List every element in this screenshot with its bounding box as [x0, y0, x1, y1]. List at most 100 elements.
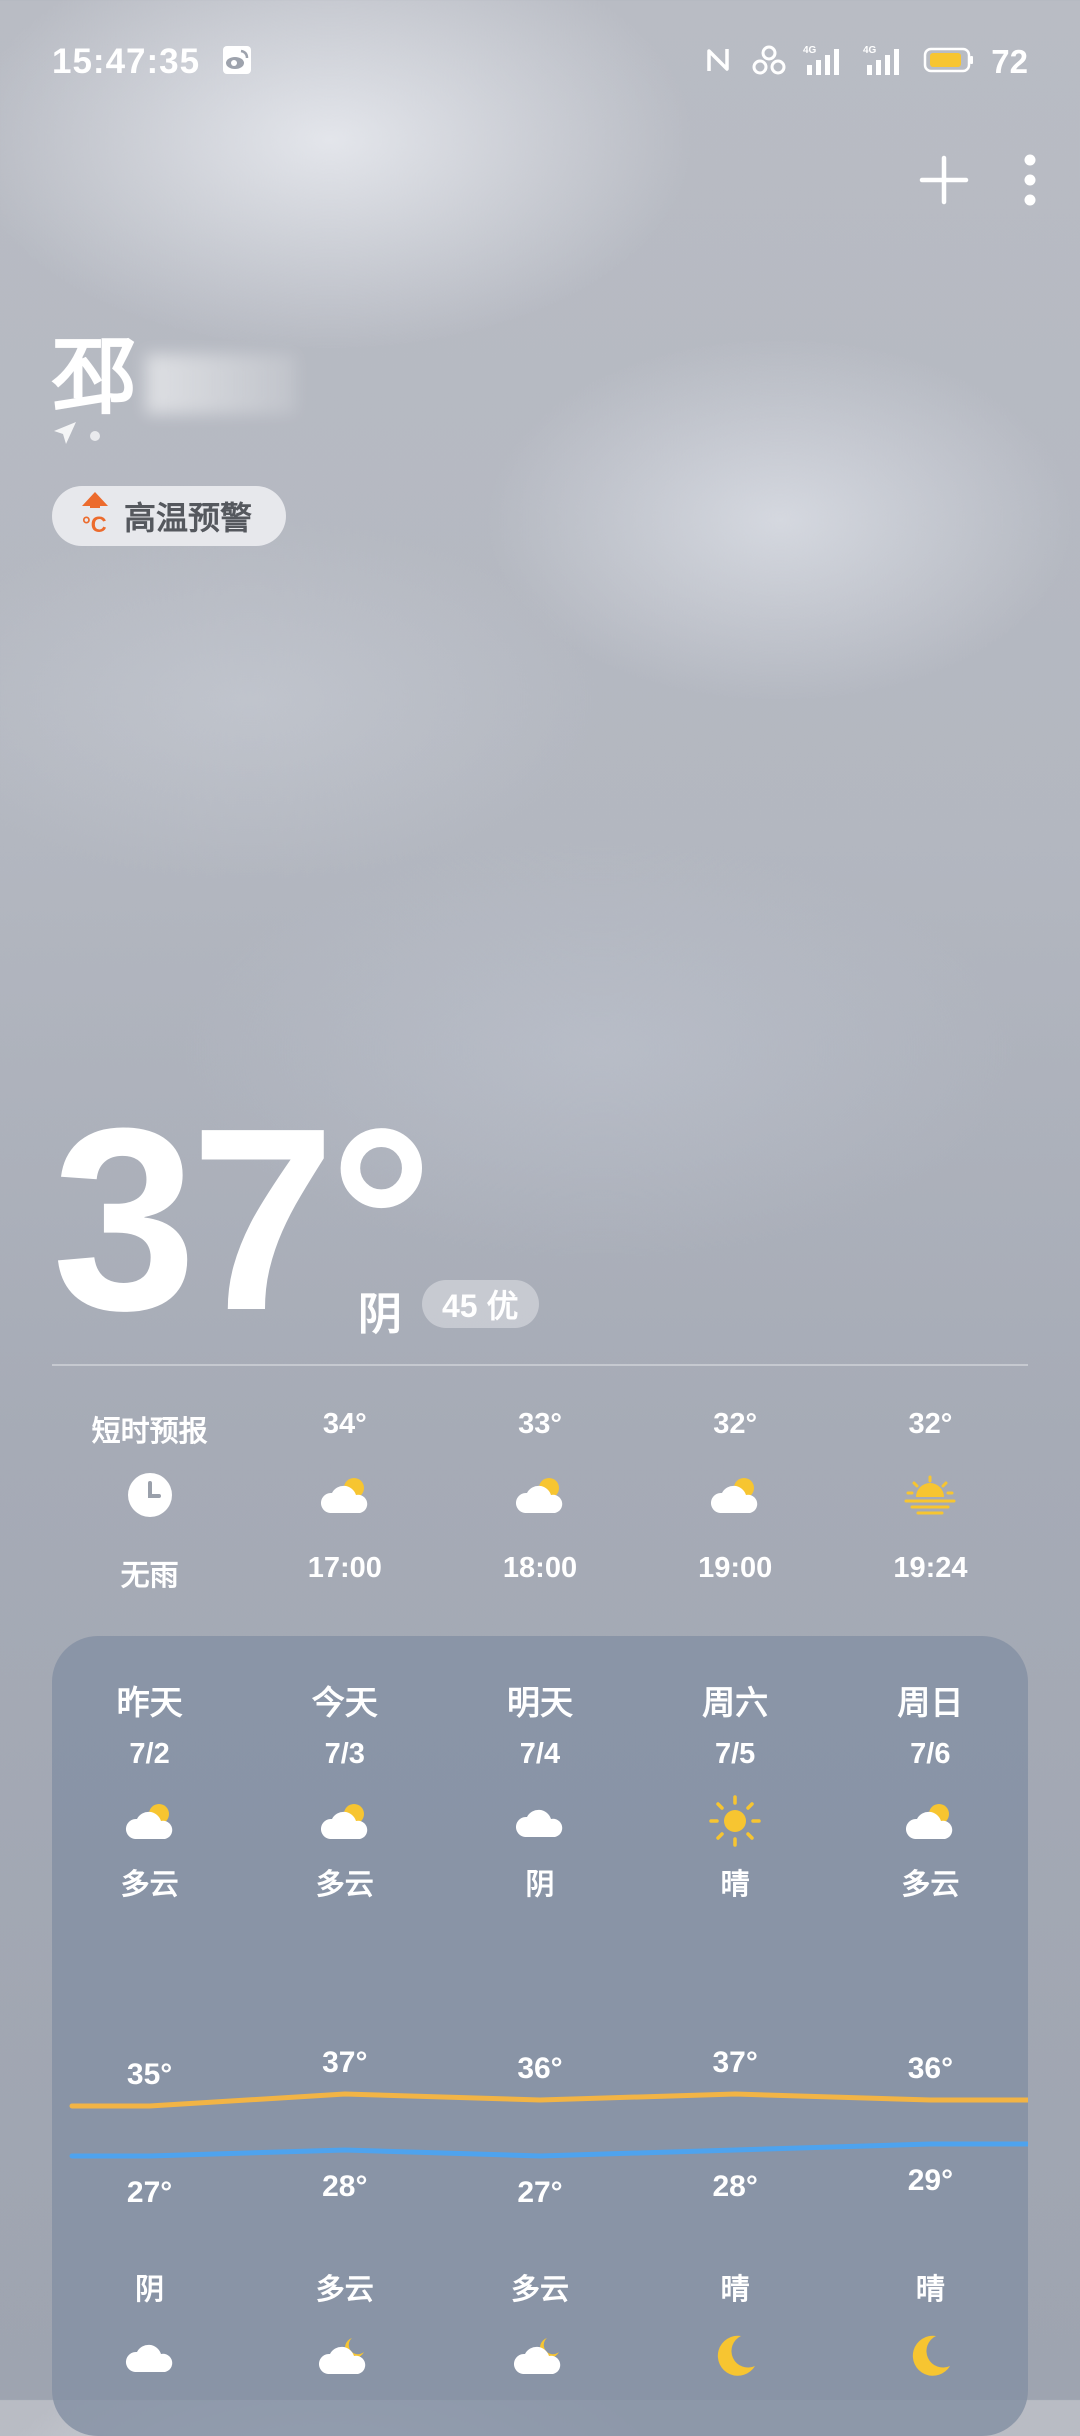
sunset-time: 19:24 — [893, 1552, 968, 1584]
hourly-temp: 32° — [713, 1408, 758, 1440]
hourly-top: 短时预报 — [91, 1416, 208, 1448]
low-temp-line — [69, 2141, 1028, 2159]
low-temp-label: 27° — [517, 2176, 562, 2209]
day-name: 明天 — [506, 1684, 573, 1721]
aqi-badge[interactable]: 45 优 — [422, 1280, 539, 1328]
partly-cloudy-icon — [318, 1454, 372, 1536]
hourly-forecast: 短时预报 无雨 34° 17:00 33° 18:00 32° 19:00 32… — [52, 1408, 1028, 1594]
location-arrow-icon — [52, 420, 78, 451]
add-city-button[interactable] — [918, 154, 970, 211]
city-name[interactable]: 邳 — [52, 310, 297, 431]
high-temp-label: 35° — [127, 2058, 172, 2091]
status-bar: 15:47:35 4G 4G 72 — [52, 40, 1028, 84]
day-date: 7/4 — [519, 1738, 561, 1770]
location-indicator — [52, 420, 100, 451]
signal-4g-icon: 4G — [803, 43, 847, 82]
hourly-bottom: 无雨 — [120, 1560, 179, 1592]
high-temp-line — [69, 2091, 1028, 2109]
hourly-time: 17:00 — [307, 1552, 382, 1584]
high-temp-labels: 35° 37° 36° 37° 36° — [127, 2046, 953, 2091]
low-temp-label: 29° — [908, 2164, 953, 2197]
day-column[interactable]: 明天 7/4 阴 — [442, 1676, 637, 1903]
hourly-time: 19:00 — [698, 1552, 773, 1584]
partly-cloudy-icon — [903, 1781, 957, 1861]
temperature-trend-chart: 35° 37° 36° 37° 36° 27° 28° 27° 28° 29° — [69, 2046, 1028, 2209]
night-condition: 晴 — [720, 2274, 750, 2306]
high-temp-label: 37° — [322, 2046, 367, 2079]
partly-cloudy-icon — [123, 1781, 177, 1861]
clock-icon — [126, 1454, 174, 1536]
hourly-temp: 34° — [322, 1408, 367, 1440]
night-condition: 晴 — [915, 2274, 945, 2306]
cloud-icon — [123, 2316, 177, 2396]
high-temp-warning-chip[interactable]: °C 高温预警 — [52, 486, 287, 546]
city-name-redacted — [146, 353, 297, 414]
signal-4g-icon-2: 4G — [863, 43, 907, 82]
day-name: 今天 — [311, 1684, 378, 1721]
moon-icon — [711, 2316, 759, 2396]
sun-icon — [707, 1781, 763, 1861]
hourly-item[interactable]: 32° 19:24 — [833, 1408, 1028, 1594]
night-column[interactable]: 多云 — [442, 2266, 637, 2396]
svg-text:4G: 4G — [863, 45, 877, 56]
night-forecast: 阴 多云 多云 晴 晴 — [52, 2266, 1028, 2396]
hourly-item[interactable]: 34° 17:00 — [247, 1408, 442, 1594]
cloud-icon — [513, 1781, 567, 1861]
cloudy-night-icon — [513, 2316, 567, 2396]
high-temp-label: 36° — [908, 2052, 953, 2085]
day-condition: 阴 — [525, 1869, 555, 1901]
daily-header: 昨天 7/2 多云 今天 7/3 多云 明天 7/4 阴 周六 7/5 晴 周日… — [52, 1676, 1028, 1903]
night-column[interactable]: 多云 — [247, 2266, 442, 2396]
hourly-item[interactable]: 32° 19:00 — [638, 1408, 833, 1594]
hourly-item[interactable]: 33° 18:00 — [442, 1408, 637, 1594]
partly-cloudy-icon — [513, 1454, 567, 1536]
day-date: 7/3 — [324, 1738, 365, 1770]
hotspot-icon — [751, 43, 787, 82]
hourly-time: 18:00 — [502, 1552, 578, 1584]
night-column[interactable]: 阴 — [52, 2266, 247, 2396]
high-temp-label: 37° — [713, 2046, 758, 2079]
low-temp-label: 28° — [322, 2170, 367, 2203]
day-column[interactable]: 今天 7/3 多云 — [247, 1676, 442, 1903]
nfc-icon — [701, 43, 735, 82]
day-column[interactable]: 昨天 7/2 多云 — [52, 1676, 247, 1903]
city-name-text: 邳 — [52, 330, 139, 424]
thermometer-warning-icon: °C — [78, 490, 112, 542]
day-condition: 多云 — [120, 1869, 179, 1901]
night-condition: 阴 — [135, 2274, 165, 2306]
status-time: 15:47:35 — [52, 42, 201, 81]
night-condition: 多云 — [510, 2274, 569, 2306]
hourly-item[interactable]: 短时预报 无雨 — [52, 1408, 247, 1594]
partly-cloudy-icon — [708, 1454, 762, 1536]
svg-text:4G: 4G — [803, 45, 817, 56]
day-column[interactable]: 周六 7/5 晴 — [638, 1676, 833, 1903]
day-name: 周六 — [702, 1684, 769, 1721]
high-temp-label: 36° — [517, 2052, 562, 2085]
more-menu-icon[interactable] — [1020, 152, 1040, 213]
day-condition: 多云 — [901, 1869, 960, 1901]
weibo-icon — [220, 43, 254, 82]
page-dot — [90, 430, 100, 441]
sunset-icon — [902, 1454, 958, 1536]
day-date: 7/6 — [910, 1738, 951, 1770]
partly-cloudy-icon — [318, 1781, 372, 1861]
hourly-temp: 33° — [518, 1408, 562, 1440]
low-temp-label: 28° — [713, 2170, 758, 2203]
day-name: 周日 — [897, 1684, 964, 1721]
day-column[interactable]: 周日 7/6 多云 — [833, 1676, 1028, 1903]
current-condition: 阴 — [358, 1290, 402, 1339]
warning-label: 高温预警 — [124, 500, 253, 536]
low-temp-labels: 27° 28° 27° 28° 29° — [127, 2164, 953, 2209]
daily-forecast-panel: 昨天 7/2 多云 今天 7/3 多云 明天 7/4 阴 周六 7/5 晴 周日… — [52, 1636, 1028, 2436]
night-column[interactable]: 晴 — [638, 2266, 833, 2396]
divider — [52, 1364, 1028, 1366]
day-condition: 晴 — [720, 1869, 750, 1901]
battery-level: 72 — [991, 43, 1028, 80]
night-column[interactable]: 晴 — [833, 2266, 1028, 2396]
night-condition: 多云 — [315, 2274, 374, 2306]
day-date: 7/5 — [714, 1738, 756, 1770]
day-name: 昨天 — [116, 1684, 183, 1721]
cloudy-night-icon — [318, 2316, 372, 2396]
moon-icon — [906, 2316, 954, 2396]
day-condition: 多云 — [315, 1869, 374, 1901]
